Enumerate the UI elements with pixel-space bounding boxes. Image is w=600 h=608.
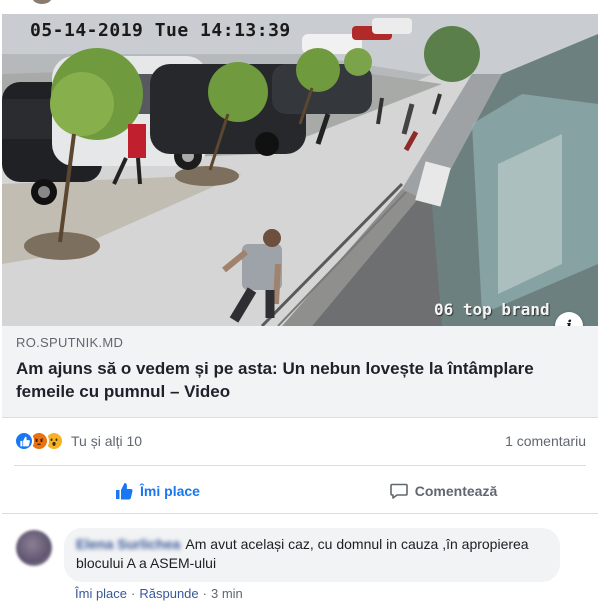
reaction-summary[interactable]: Tu și alți 10 bbox=[71, 433, 142, 449]
post-media[interactable]: 05-14-2019 Tue 14:13:39 06 top brand i bbox=[2, 14, 598, 326]
comment-button[interactable]: Comentează bbox=[300, 470, 586, 512]
comment-time[interactable]: 3 min bbox=[211, 586, 243, 601]
commenter-avatar[interactable] bbox=[16, 530, 52, 566]
comment-bubble-icon bbox=[389, 481, 409, 501]
like-button-label: Îmi place bbox=[140, 483, 200, 499]
cctv-watermark: 06 top brand bbox=[434, 300, 550, 319]
divider bbox=[14, 465, 586, 466]
comment-author[interactable]: Elena Surlichea bbox=[76, 536, 180, 552]
thumbs-up-icon bbox=[114, 481, 134, 501]
cctv-frame-image bbox=[2, 14, 598, 326]
link-preview[interactable]: RO.SPUTNIK.MD Am ajuns să o vedem și pe … bbox=[2, 326, 598, 418]
comment-button-label: Comentează bbox=[414, 483, 498, 499]
poster-avatar[interactable] bbox=[32, 0, 52, 4]
post-actions: Îmi place Comentează bbox=[14, 470, 586, 512]
post-header-fragment bbox=[0, 0, 600, 14]
comment-like-link[interactable]: Îmi place bbox=[75, 586, 127, 601]
comment-meta: Îmi place · Răspunde · 3 min bbox=[75, 586, 243, 601]
reactions-bar: Tu și alți 10 1 comentariu bbox=[14, 430, 586, 452]
comments-section: Elena Surlichea Am avut același caz, cu … bbox=[2, 513, 598, 608]
link-title[interactable]: Am ajuns să o vedem și pe asta: Un nebun… bbox=[16, 357, 584, 403]
comment-reply-link[interactable]: Răspunde bbox=[139, 586, 198, 601]
like-button[interactable]: Îmi place bbox=[14, 470, 300, 512]
reaction-icons[interactable] bbox=[14, 431, 64, 451]
like-reaction-icon bbox=[14, 431, 34, 451]
cctv-timestamp: 05-14-2019 Tue 14:13:39 bbox=[30, 20, 291, 41]
link-domain: RO.SPUTNIK.MD bbox=[16, 335, 124, 350]
comments-count[interactable]: 1 comentariu bbox=[505, 433, 586, 449]
comment-bubble: Elena Surlichea Am avut același caz, cu … bbox=[64, 528, 560, 582]
